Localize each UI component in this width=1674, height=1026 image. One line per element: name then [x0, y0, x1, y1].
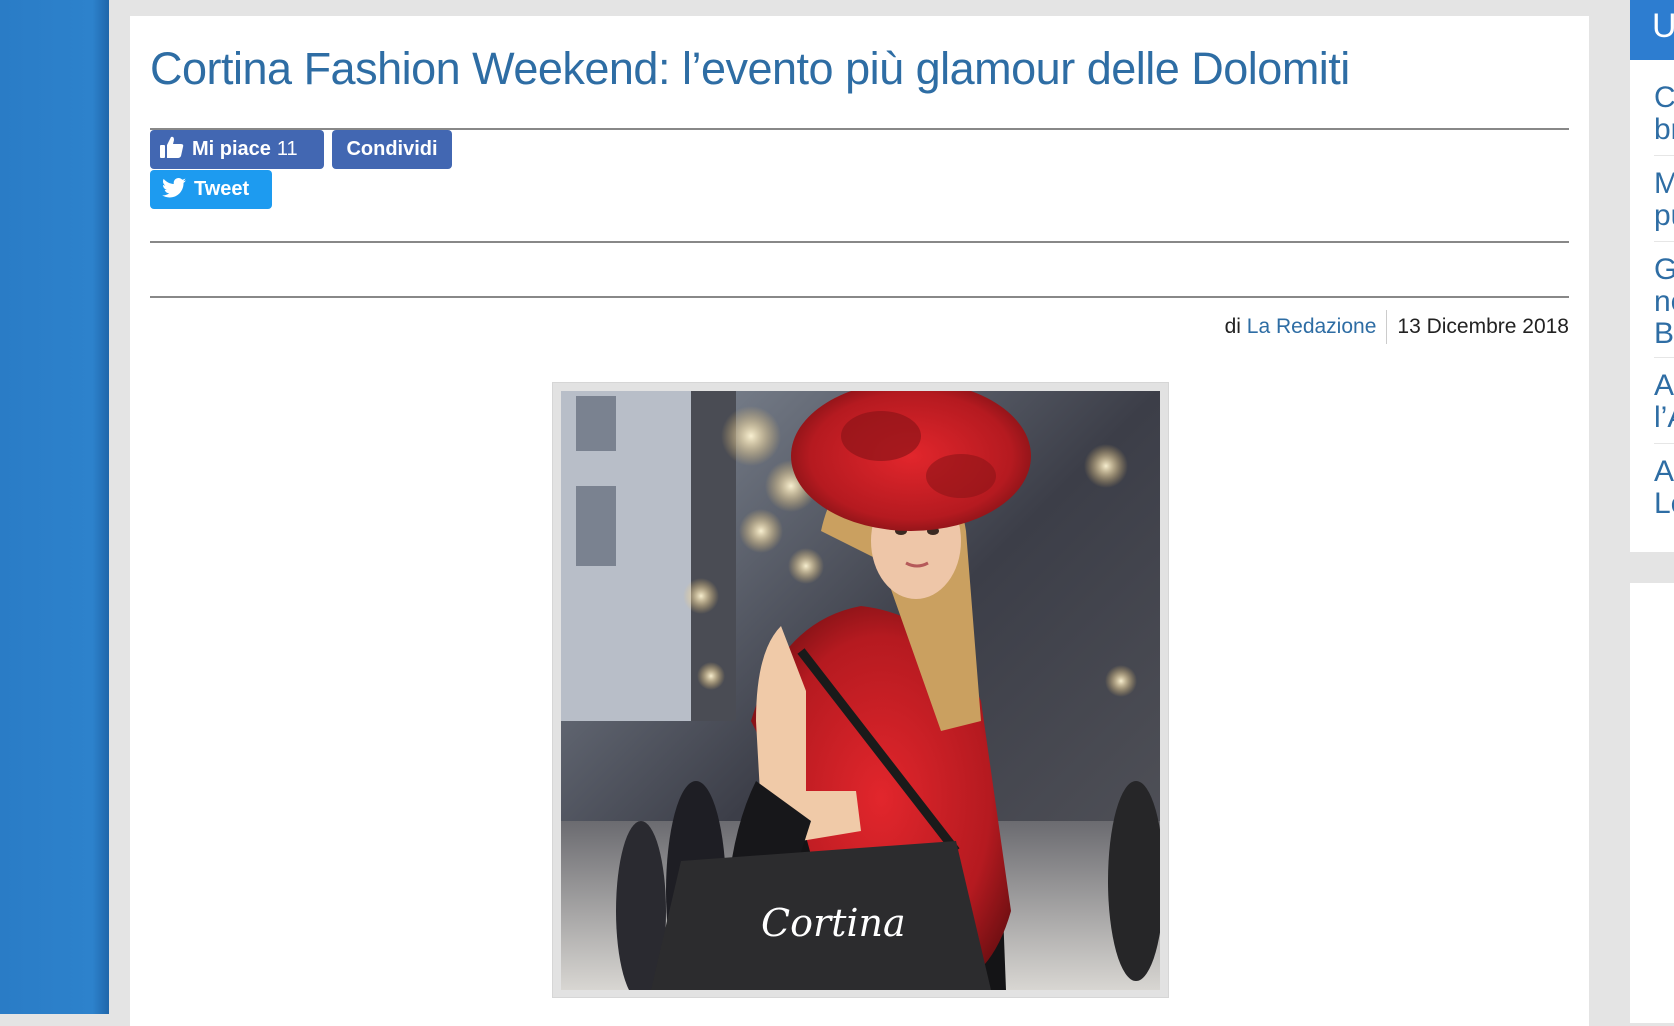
fashion-model-photo: Cortina [561, 391, 1160, 990]
sidebar-item-1[interactable]: C br [1654, 82, 1674, 146]
tweet-label: Tweet [194, 178, 250, 200]
sidebar-second-card [1630, 583, 1674, 1023]
share-label: Condividi [346, 138, 438, 160]
thumbs-up-icon [160, 136, 184, 158]
article-card: Cortina Fashion Weekend: l’evento più gl… [130, 16, 1589, 1026]
byline-separator [1386, 310, 1388, 345]
sidebar-item-4[interactable]: A l’A [1654, 370, 1674, 434]
article-photo: Cortina [552, 382, 1169, 998]
facebook-like-button[interactable]: Mi piace 11 [150, 130, 324, 169]
sidebar-item-5[interactable]: A Le [1654, 456, 1674, 520]
sidebar-divider [1654, 443, 1674, 444]
article-byline: di La Redazione 13 Dicembre 2018 [1224, 310, 1569, 345]
sidebar-divider [1654, 357, 1674, 358]
byline-prefix: di [1224, 315, 1241, 338]
sidebar-divider [1654, 155, 1674, 156]
bag-brand-text: Cortina [761, 901, 906, 945]
left-background-strip [0, 0, 109, 1014]
publish-date: 13 Dicembre 2018 [1397, 315, 1569, 338]
tweet-button[interactable]: Tweet [150, 170, 272, 209]
author-link[interactable]: La Redazione [1247, 315, 1377, 338]
meta-divider [150, 296, 1569, 298]
sidebar-header: U [1630, 0, 1674, 60]
sidebar-divider [1654, 241, 1674, 242]
sidebar-related-card: U C br M pu G ne B A l’A A Le [1630, 0, 1674, 552]
social-divider [150, 241, 1569, 243]
twitter-bird-icon [162, 178, 186, 198]
sidebar-item-3[interactable]: G ne B [1654, 254, 1674, 350]
like-label: Mi piace [192, 138, 271, 160]
article-title: Cortina Fashion Weekend: l’evento più gl… [150, 43, 1350, 94]
sidebar-item-2[interactable]: M pu [1654, 168, 1674, 232]
facebook-share-button[interactable]: Condividi [332, 130, 452, 169]
like-count: 11 [276, 138, 298, 160]
